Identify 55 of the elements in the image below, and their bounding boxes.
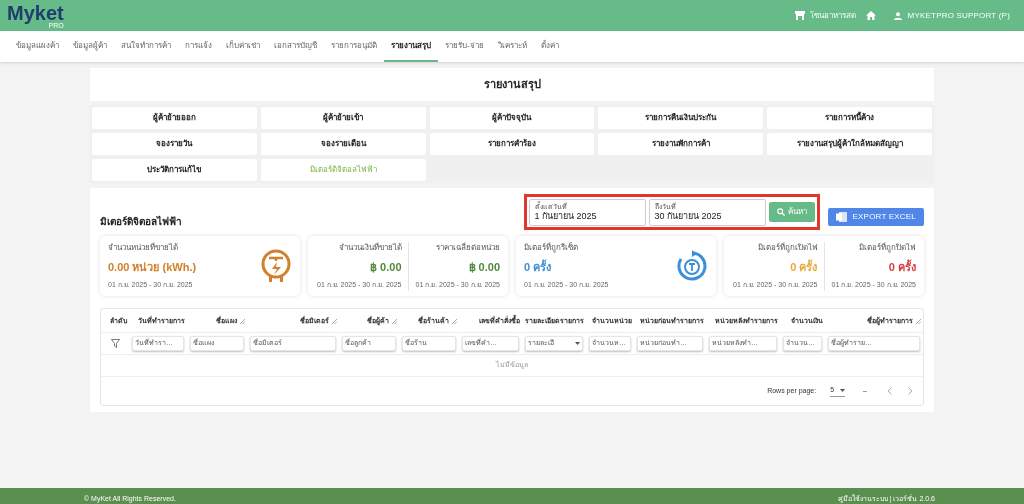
home-button[interactable]: [865, 11, 876, 20]
nav-tab[interactable]: สนใจทำการค้า: [114, 31, 178, 62]
nav-tab[interactable]: ข้อมูลแผงค้า: [9, 31, 66, 62]
user-icon: [893, 11, 902, 20]
nav-tab[interactable]: เก็บค่าเช่า: [219, 31, 267, 62]
reset-meter-icon: [676, 250, 708, 282]
stat-label: ราคาเฉลี่ยต่อหน่วย: [436, 241, 500, 254]
report-button[interactable]: รายการคำร้อง: [429, 133, 595, 155]
stat-label: มิเตอร์ที่ถูกปิดไฟ: [859, 241, 916, 254]
resize-handle-icon[interactable]: [391, 317, 397, 324]
stat-value: 0 ครั้ง: [888, 258, 916, 275]
stat-value: ฿ 0.00: [468, 259, 500, 275]
report-button[interactable]: รายการคืนเงินประกัน: [598, 107, 764, 129]
resize-handle-icon[interactable]: [915, 317, 921, 324]
stat-label: จำนวนเงินที่ขายได้: [338, 241, 402, 254]
home-icon: [865, 11, 876, 20]
report-button[interactable]: ผู้ค้าย้ายเข้า: [260, 107, 426, 129]
report-button[interactable]: ผู้ค้าปัจจุบัน: [429, 107, 595, 129]
stat-value: ฿ 0.00: [370, 259, 402, 275]
report-button[interactable]: จองรายวัน: [92, 133, 257, 155]
search-icon: [776, 208, 785, 216]
page-title: รายงานสรุป: [483, 77, 541, 93]
resize-handle-icon[interactable]: [331, 317, 337, 324]
report-button[interactable]: ผู้ค้าย้ายออก: [92, 107, 257, 129]
next-page-icon[interactable]: [908, 387, 913, 395]
stat-value: 0 ครั้ง: [524, 258, 553, 275]
report-button[interactable]: รายการหนี้ค้าง: [767, 107, 932, 129]
meter-icon: [260, 249, 292, 283]
report-button[interactable]: รายงานพักการค้า: [598, 133, 764, 155]
nav-tab[interactable]: รายรับ-จ่าย: [438, 31, 491, 62]
nav-tab[interactable]: เอกสารบัญชี: [267, 31, 324, 62]
report-button[interactable]: จองรายเดือน: [260, 133, 426, 155]
nav-tab[interactable]: ตั้งค่า: [533, 31, 566, 62]
store-icon: [794, 11, 805, 20]
caret-icon: [840, 388, 846, 392]
stat-label: จำนวนหน่วยที่ขายได้: [108, 241, 179, 254]
resize-handle-icon[interactable]: [451, 317, 457, 324]
section-title: มิเตอร์ดิจิตอลไฟฟ้า: [100, 214, 182, 229]
nav-tab[interactable]: ข้อมูลผู้ค้า: [66, 31, 114, 62]
resize-handle-icon[interactable]: [239, 317, 245, 324]
nav-tab[interactable]: การแจ้ง: [178, 31, 219, 62]
filter-icon[interactable]: [110, 339, 120, 348]
spreadsheet-icon: [835, 212, 847, 222]
previous-page-icon[interactable]: [887, 387, 892, 395]
report-button[interactable]: รายงานสรุปผู้ค้าใกล้หมดสัญญา: [767, 133, 932, 155]
stat-value: 0 ครั้ง: [790, 258, 818, 275]
nav-tab[interactable]: วิเคราะห์: [490, 31, 534, 62]
stat-label: มิเตอร์ที่ถูกรีเซ็ต: [524, 241, 579, 254]
caret-icon: [575, 342, 580, 345]
nav-tab[interactable]: รายการอนุมัติ: [324, 31, 384, 62]
stat-value: 0.00 หน่วย (kWh.): [108, 259, 198, 275]
nav-tab[interactable]: รายงานสรุป: [384, 31, 438, 62]
report-button[interactable]: ประวัติการแก้ไข: [92, 159, 257, 181]
export-excel-button[interactable]: EXPORT EXCEL: [827, 208, 924, 226]
stat-label: มิเตอร์ที่ถูกเปิดไฟ: [757, 241, 818, 254]
